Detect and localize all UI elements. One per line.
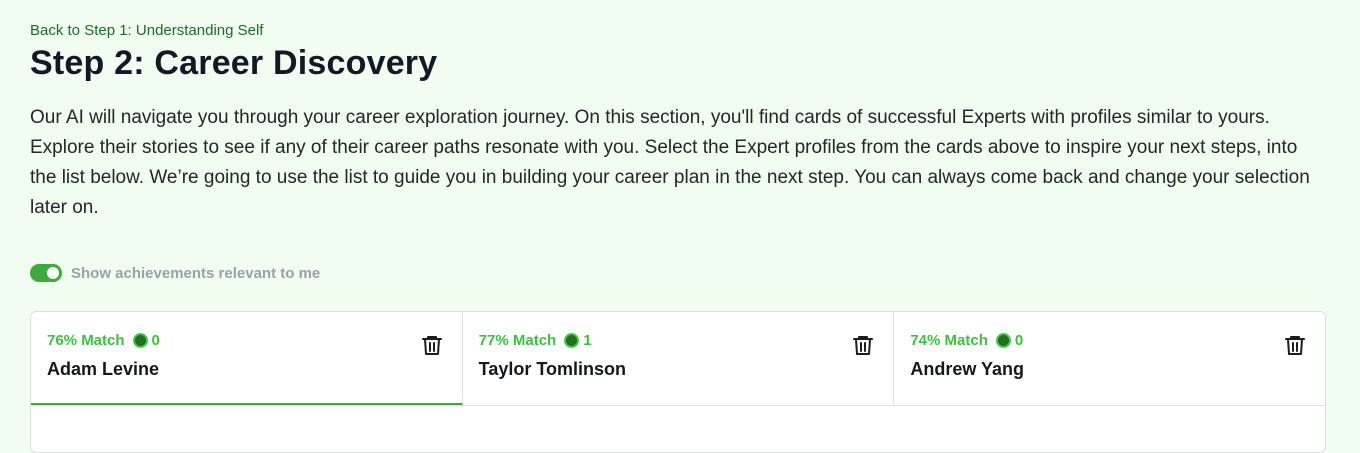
expert-card-taylor-tomlinson[interactable]: 77% Match 1 Taylor Tomlinson (463, 312, 895, 405)
trash-icon[interactable] (420, 333, 444, 357)
status-dot-icon (134, 335, 146, 346)
toggle-knob (47, 267, 59, 279)
expert-name: Andrew Yang (910, 359, 1025, 379)
expert-card-adam-levine[interactable]: 76% Match 0 Adam Levine (31, 312, 463, 405)
expert-name: Adam Levine (47, 359, 160, 379)
achievements-toggle-row: Show achievements relevant to me (30, 264, 320, 282)
back-link[interactable]: Back to Step 1: Understanding Self (30, 22, 263, 39)
achievements-toggle[interactable] (30, 264, 62, 282)
toggle-label: Show achievements relevant to me (71, 264, 321, 282)
match-percent: 74% Match (910, 332, 988, 349)
match-badge: 77% Match 1 (479, 332, 592, 349)
achievement-count: 0 (1014, 332, 1024, 349)
status-dot-icon (566, 335, 578, 346)
expert-card-andrew-yang[interactable]: 74% Match 0 Andrew Yang (894, 312, 1325, 405)
page-title: Step 2: Career Discovery (30, 44, 438, 82)
match-badge: 74% Match 0 (910, 332, 1023, 349)
trash-icon[interactable] (1283, 333, 1307, 357)
achievement-count: 1 (583, 332, 592, 349)
trash-icon[interactable] (851, 333, 875, 357)
intro-text: Our AI will navigate you through your ca… (30, 107, 1310, 218)
expert-name: Taylor Tomlinson (478, 359, 627, 379)
match-percent: 77% Match (478, 332, 557, 349)
expert-card-tabs: 76% Match 0 Adam Levine 77% Match 1 Tayl… (31, 312, 1325, 406)
expert-cards-panel: 76% Match 0 Adam Levine 77% Match 1 Tayl… (30, 311, 1326, 453)
achievement-count: 0 (151, 332, 160, 349)
match-badge: 76% Match 0 (47, 332, 160, 349)
status-dot-icon (997, 335, 1009, 346)
match-percent: 76% Match (47, 332, 125, 349)
